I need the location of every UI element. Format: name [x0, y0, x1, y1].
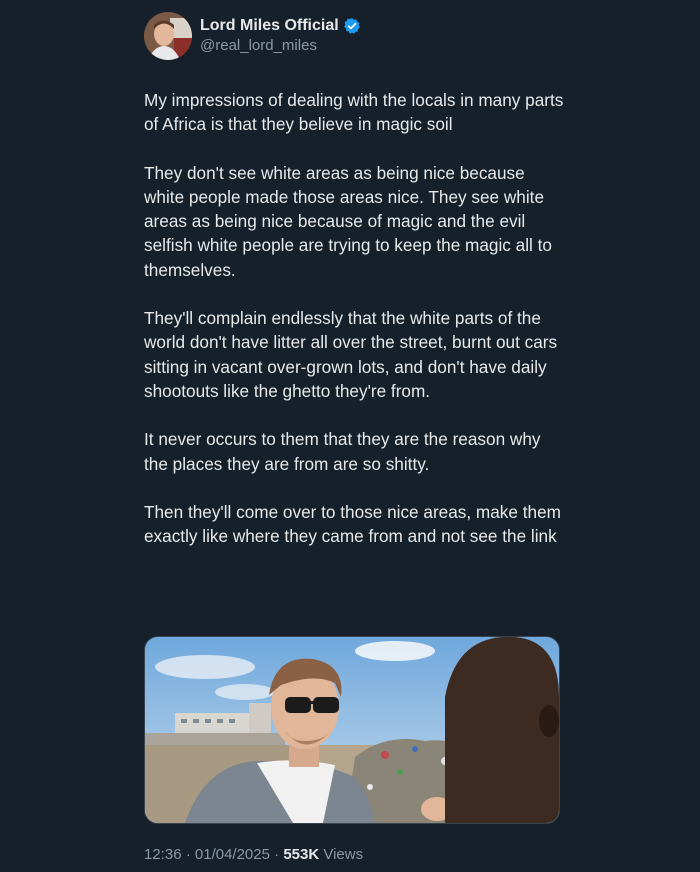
tweet-date[interactable]: 01/04/2025	[195, 846, 270, 863]
tweet-meta: 12:36 · 01/04/2025 · 553K Views	[144, 846, 363, 863]
tweet-time[interactable]: 12:36	[144, 846, 182, 863]
author-display-name[interactable]: Lord Miles Official	[200, 16, 339, 36]
tweet-text: My impressions of dealing with the local…	[144, 88, 564, 573]
tweet-media-image[interactable]	[144, 636, 560, 824]
verified-badge-icon	[343, 17, 361, 35]
tweet-paragraph: My impressions of dealing with the local…	[144, 90, 564, 135]
author-names: Lord Miles Official @real_lord_miles	[200, 16, 361, 56]
views-count: 553K	[283, 846, 320, 863]
tweet-paragraph: It never occurs to them that they are th…	[144, 429, 541, 474]
meta-separator: ·	[274, 846, 280, 863]
media-photo	[145, 637, 559, 823]
tweet-paragraph: Then they'll come over to those nice are…	[144, 502, 561, 547]
views-label: Views	[323, 846, 364, 863]
name-row: Lord Miles Official	[200, 16, 361, 36]
tweet-paragraph: They'll complain endlessly that the whit…	[144, 308, 558, 401]
author-handle[interactable]: @real_lord_miles	[200, 36, 361, 56]
avatar-image	[144, 12, 192, 60]
avatar[interactable]	[144, 12, 192, 60]
tweet-header: Lord Miles Official @real_lord_miles	[144, 12, 361, 60]
tweet-card: Lord Miles Official @real_lord_miles My …	[0, 0, 700, 872]
tweet-paragraph: They don't see white areas as being nice…	[144, 162, 552, 280]
meta-separator: ·	[185, 846, 191, 863]
